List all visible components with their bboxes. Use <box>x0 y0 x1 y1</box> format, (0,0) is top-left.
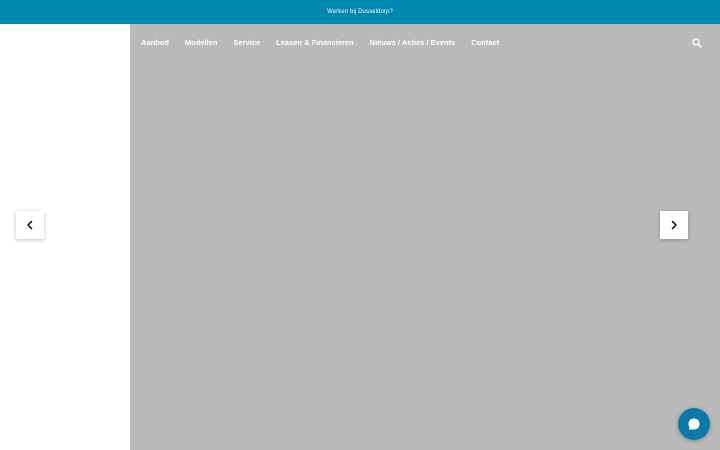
page: Werken bij Dusseldorp? Aanbod Modellen S… <box>0 0 720 450</box>
chat-button[interactable] <box>678 408 710 440</box>
carousel-prev-button[interactable] <box>16 211 44 239</box>
carousel-next-button[interactable] <box>660 211 688 239</box>
nav-item-nieuws-acties-events[interactable]: Nieuws / Acties / Events <box>370 38 456 47</box>
hero-banner <box>130 24 720 450</box>
search-button[interactable] <box>691 36 703 48</box>
chevron-right-icon <box>671 220 677 230</box>
search-icon <box>692 38 702 48</box>
nav-item-modellen[interactable]: Modellen <box>185 38 218 47</box>
announcement-bar: Werken bij Dusseldorp? <box>0 0 720 24</box>
nav-item-service[interactable]: Service <box>233 38 260 47</box>
nav-item-leasen-financieren[interactable]: Leasen & Financieren <box>276 38 354 47</box>
nav-item-aanbod[interactable]: Aanbod <box>141 38 169 47</box>
careers-link[interactable]: Werken bij Dusseldorp? <box>327 9 393 15</box>
nav-item-contact[interactable]: Contact <box>471 38 499 47</box>
chevron-left-icon <box>27 220 33 230</box>
main-nav: Aanbod Modellen Service Leasen & Financi… <box>141 34 515 50</box>
chat-icon <box>688 418 700 430</box>
